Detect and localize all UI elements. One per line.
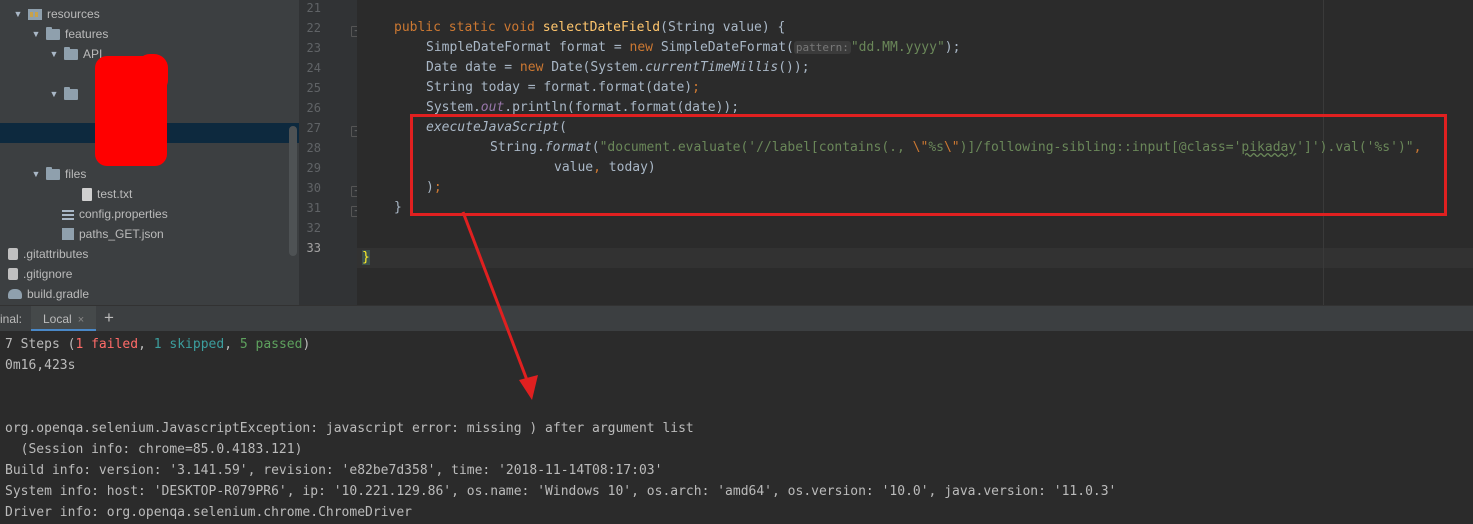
annotation-arrow: [461, 211, 538, 400]
